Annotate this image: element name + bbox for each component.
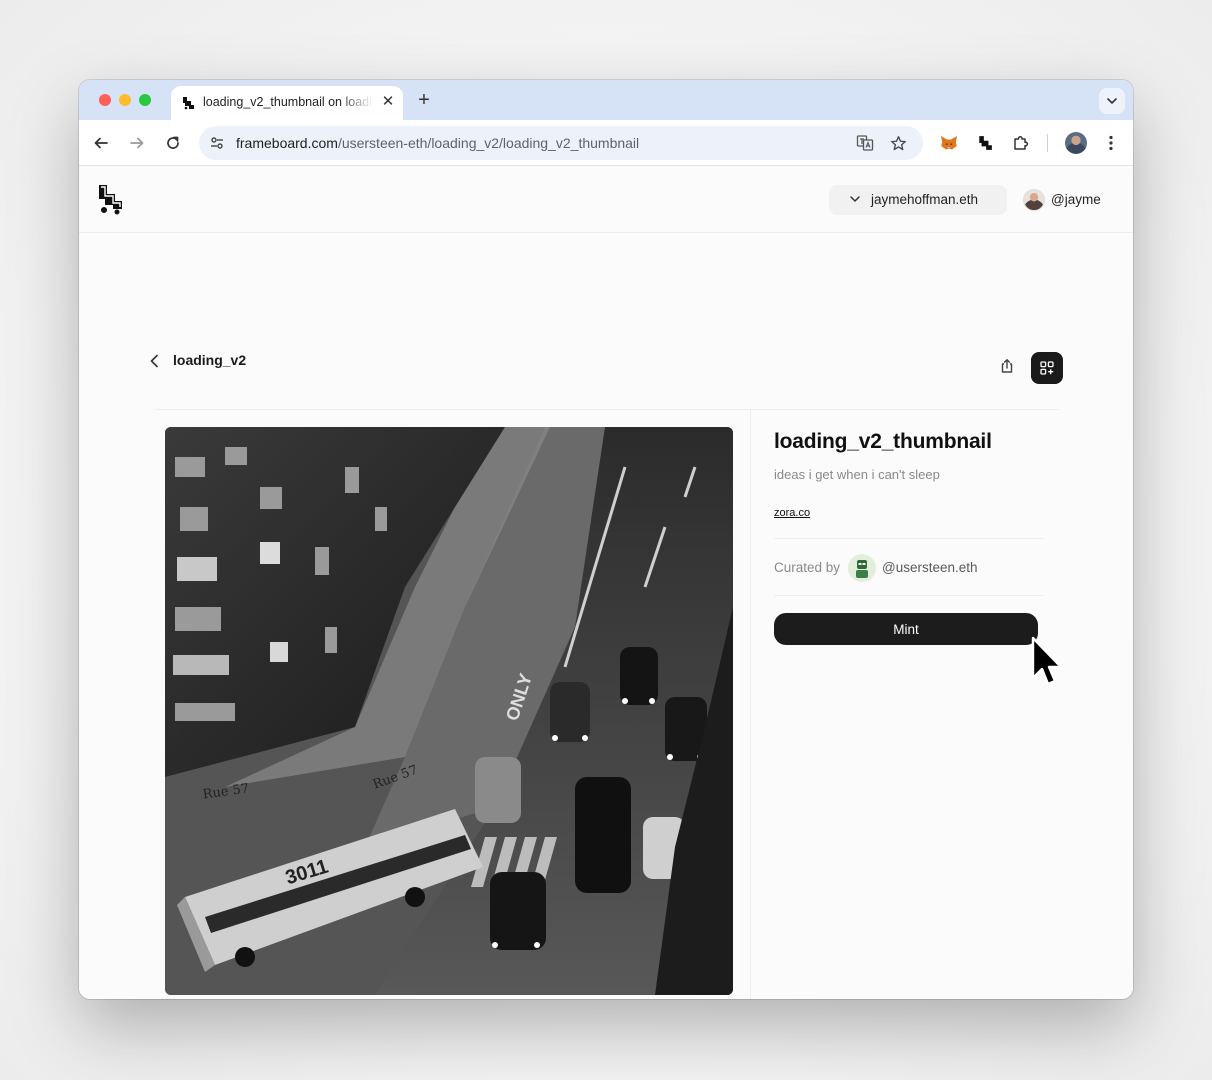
add-to-board-button[interactable] xyxy=(1031,352,1063,384)
tab-search-button[interactable] xyxy=(1099,88,1125,114)
frameboard-page: jaymehoffman.eth @jayme loading_v2 3011 … xyxy=(79,167,1133,999)
profile-handle: @jayme xyxy=(1051,192,1101,207)
browser-toolbar: frameboard.com/usersteen-eth/loading_v2/… xyxy=(79,120,1133,166)
back-arrow-icon[interactable] xyxy=(90,132,112,154)
curator-handle[interactable]: @usersteen.eth xyxy=(882,560,978,575)
forward-arrow-icon[interactable] xyxy=(126,132,148,154)
frameboard-logo-icon[interactable] xyxy=(95,183,125,215)
url-path: /usersteen-eth/loading_v2/loading_v2_thu… xyxy=(337,135,640,151)
frameboard-extension-icon[interactable] xyxy=(974,132,996,154)
kebab-menu-icon[interactable] xyxy=(1100,132,1122,154)
share-button[interactable] xyxy=(993,352,1021,380)
frameboard-favicon-icon xyxy=(183,97,194,110)
tune-icon[interactable] xyxy=(207,133,227,153)
close-window-button[interactable] xyxy=(99,94,111,106)
maximize-window-button[interactable] xyxy=(139,94,151,106)
curated-by-label: Curated by xyxy=(774,560,841,575)
artwork-image[interactable]: 3011 ONLY Rue 57 Rue 57 xyxy=(165,427,733,995)
url-text: frameboard.com/usersteen-eth/loading_v2/… xyxy=(236,135,639,151)
translate-icon[interactable] xyxy=(855,133,875,153)
minimize-window-button[interactable] xyxy=(119,94,131,106)
reload-icon[interactable] xyxy=(162,132,184,154)
chevron-down-icon xyxy=(850,196,860,203)
detail-divider xyxy=(774,538,1044,539)
tab-title: loading_v2_thumbnail on loading_v2 xyxy=(203,95,373,109)
toolbar-separator xyxy=(1047,134,1048,152)
header-divider xyxy=(79,232,1133,233)
bookmark-star-icon[interactable] xyxy=(888,133,908,153)
item-title: loading_v2_thumbnail xyxy=(774,430,992,453)
board-name: loading_v2 xyxy=(173,352,247,368)
detail-divider xyxy=(774,595,1044,596)
account-selector-label: jaymehoffman.eth xyxy=(871,192,979,207)
chevron-down-icon xyxy=(1107,98,1117,105)
puzzle-extensions-icon[interactable] xyxy=(1010,132,1032,154)
chevron-left-icon xyxy=(150,354,158,368)
tab-active[interactable]: loading_v2_thumbnail on loading_v2 ✕ xyxy=(171,86,403,120)
url-host: frameboard.com xyxy=(236,135,338,151)
item-card: 3011 ONLY Rue 57 Rue 57 loading_v2_thumb… xyxy=(155,409,1059,999)
avatar xyxy=(1023,189,1045,211)
source-link[interactable]: zora.co xyxy=(774,507,810,519)
grid-plus-icon xyxy=(1040,361,1054,375)
tab-strip: loading_v2_thumbnail on loading_v2 ✕ + xyxy=(79,80,1133,120)
address-bar[interactable]: frameboard.com/usersteen-eth/loading_v2/… xyxy=(199,126,923,160)
item-description: ideas i get when i can't sleep xyxy=(774,467,940,482)
mint-button[interactable]: Mint xyxy=(774,613,1038,645)
share-icon xyxy=(1001,359,1013,373)
browser-window: loading_v2_thumbnail on loading_v2 ✕ + xyxy=(79,80,1133,999)
new-tab-button[interactable]: + xyxy=(413,89,435,111)
tab-close-icon[interactable]: ✕ xyxy=(379,93,397,111)
account-selector[interactable]: jaymehoffman.eth xyxy=(829,185,1007,215)
metamask-fox-icon[interactable] xyxy=(938,132,960,154)
mouse-pointer-icon xyxy=(1031,636,1063,686)
browser-profile-avatar[interactable] xyxy=(1065,132,1087,154)
street-night-photo: 3011 ONLY Rue 57 Rue 57 xyxy=(165,427,733,995)
curator-avatar[interactable] xyxy=(848,554,876,582)
card-divider xyxy=(750,410,751,999)
